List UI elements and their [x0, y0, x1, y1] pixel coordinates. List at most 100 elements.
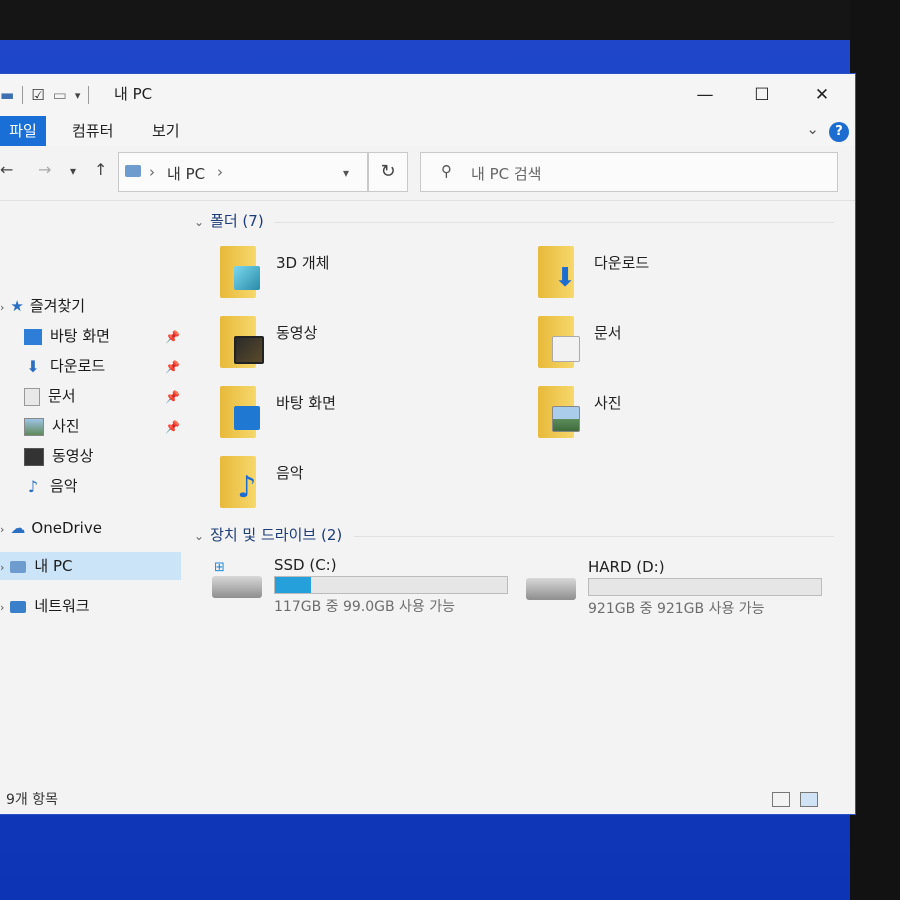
- new-folder-icon[interactable]: ▭: [53, 86, 67, 104]
- collapse-chevron-icon[interactable]: ⌄: [194, 529, 204, 543]
- large-icons-view-icon[interactable]: [800, 792, 818, 807]
- sidebar-item-label: 네트워크: [34, 597, 90, 615]
- sidebar-item-documents[interactable]: 문서: [24, 382, 76, 410]
- refresh-button[interactable]: ↻: [368, 152, 408, 192]
- sidebar-item-music[interactable]: ♪ 음악: [24, 472, 78, 500]
- pictures-icon: [24, 417, 44, 436]
- expand-chevron-icon[interactable]: ›: [0, 561, 4, 574]
- music-note-icon: ♪: [27, 476, 39, 496]
- properties-icon[interactable]: ☑: [31, 86, 44, 104]
- expand-chevron-icon[interactable]: ›: [0, 301, 4, 314]
- cloud-icon: ☁: [10, 519, 26, 537]
- expand-chevron-icon[interactable]: ›: [0, 601, 4, 614]
- drive-free-space: 117GB 중 99.0GB 사용 가능: [274, 599, 456, 615]
- pin-icon[interactable]: 📌: [165, 330, 180, 344]
- expand-ribbon-chevron-icon[interactable]: ⌄: [806, 120, 819, 138]
- sidebar-item-network[interactable]: › 네트워크: [0, 592, 185, 620]
- breadcrumb-separator-icon[interactable]: ›: [149, 163, 155, 181]
- drive-usage-bar: [274, 576, 508, 594]
- help-button[interactable]: ?: [829, 122, 849, 142]
- group-title: 폴더 (7): [210, 212, 264, 230]
- pin-icon[interactable]: 📌: [165, 360, 180, 374]
- tab-computer[interactable]: 컴퓨터: [72, 116, 113, 146]
- download-icon: ⬇: [26, 356, 40, 376]
- folder-label: 3D 개체: [276, 254, 330, 272]
- music-folder-icon: ♪: [220, 456, 257, 508]
- back-arrow-icon[interactable]: ←: [0, 160, 13, 179]
- pc-icon: [125, 165, 141, 177]
- folder-music[interactable]: ♪ 음악: [220, 456, 500, 516]
- pc-icon: [10, 560, 27, 573]
- sidebar-item-this-pc[interactable]: › 내 PC: [0, 552, 181, 580]
- sidebar-item-onedrive[interactable]: › ☁ OneDrive: [0, 514, 185, 542]
- navigation-pane: › ★ 즐겨찾기 바탕 화면 📌 ⬇ 다운로드 📌 문서 📌 사진 📌 동영상 ♪ 음악…: [0, 200, 185, 780]
- collapse-chevron-icon[interactable]: ⌄: [194, 215, 204, 229]
- drive-c[interactable]: ⊞ SSD (C:) 117GB 중 99.0GB 사용 가능: [212, 556, 512, 620]
- folder-label: 다운로드: [594, 254, 650, 272]
- ribbon-tabs: 파일 컴퓨터 보기 ⌄ ?: [0, 116, 855, 146]
- maximize-button[interactable]: ☐: [742, 80, 782, 110]
- item-count: 9개 항목: [6, 792, 58, 808]
- content-area: ⌄ 폴더 (7) 3D 개체 ⬇ 다운로드 동영상 문서 바탕 화면 사진 ♪: [188, 200, 838, 790]
- quick-access-toolbar: ▬ ☑ ▭ ▾: [0, 82, 90, 108]
- videos-icon: [24, 447, 44, 466]
- folders-group-header[interactable]: ⌄ 폴더 (7): [194, 210, 264, 231]
- search-icon: ⚲: [441, 162, 452, 180]
- up-arrow-icon[interactable]: ↑: [94, 160, 107, 179]
- sidebar-item-label: 사진: [52, 417, 80, 435]
- sidebar-item-quick-access[interactable]: › ★ 즐겨찾기: [0, 292, 185, 320]
- documents-folder-icon: [538, 316, 580, 368]
- breadcrumb-separator-icon[interactable]: ›: [217, 163, 223, 181]
- desktop-folder-icon: [220, 386, 260, 438]
- drive-d[interactable]: HARD (D:) 921GB 중 921GB 사용 가능: [526, 558, 826, 622]
- tab-file[interactable]: 파일: [0, 116, 46, 146]
- star-icon: ★: [10, 297, 24, 315]
- folder-label: 음악: [276, 464, 304, 482]
- drive-free-space: 921GB 중 921GB 사용 가능: [588, 601, 765, 617]
- minimize-button[interactable]: —: [685, 80, 725, 110]
- sidebar-item-pictures[interactable]: 사진: [24, 412, 80, 440]
- sidebar-item-label: 문서: [48, 387, 76, 405]
- folder-label: 동영상: [276, 324, 318, 342]
- details-view-icon[interactable]: [772, 792, 790, 807]
- folder-downloads[interactable]: ⬇ 다운로드: [538, 246, 818, 306]
- pc-icon: ▬: [0, 86, 15, 104]
- pin-icon[interactable]: 📌: [165, 420, 180, 434]
- folder-videos[interactable]: 동영상: [220, 316, 500, 376]
- address-bar[interactable]: › 내 PC › ▾: [118, 152, 368, 192]
- sidebar-item-label: 음악: [50, 477, 78, 495]
- sidebar-item-videos[interactable]: 동영상: [24, 442, 93, 470]
- folder-pictures[interactable]: 사진: [538, 386, 818, 446]
- breadcrumb-this-pc[interactable]: 내 PC: [167, 163, 205, 184]
- folder-desktop[interactable]: 바탕 화면: [220, 386, 500, 446]
- file-explorer-window: ▬ ☑ ▭ ▾ 내 PC — ☐ ✕ 파일 컴퓨터 보기 ⌄ ? ← → ▾ ↑…: [0, 74, 855, 814]
- folder-documents[interactable]: 문서: [538, 316, 818, 376]
- hard-drive-icon: [526, 578, 576, 600]
- group-divider: [274, 222, 834, 223]
- close-button[interactable]: ✕: [802, 80, 842, 110]
- documents-icon: [24, 387, 40, 406]
- folder-label: 사진: [594, 394, 622, 412]
- search-placeholder: 내 PC 검색: [471, 165, 542, 183]
- sidebar-item-label: 즐겨찾기: [29, 297, 86, 315]
- sidebar-item-label: 다운로드: [50, 357, 106, 375]
- window-title: 내 PC: [114, 85, 153, 103]
- recent-locations-chevron-icon[interactable]: ▾: [70, 164, 76, 178]
- search-box[interactable]: ⚲ 내 PC 검색: [420, 152, 838, 192]
- folder-3d-objects[interactable]: 3D 개체: [220, 246, 500, 306]
- drives-group-header[interactable]: ⌄ 장치 및 드라이브 (2): [194, 524, 342, 545]
- sidebar-item-desktop[interactable]: 바탕 화면: [24, 322, 110, 350]
- sidebar-item-label: 내 PC: [34, 557, 73, 575]
- customize-qat-icon[interactable]: ▾: [75, 89, 81, 102]
- pin-icon[interactable]: 📌: [165, 390, 180, 404]
- windows-logo-icon: ⊞: [214, 560, 225, 575]
- tab-view[interactable]: 보기: [152, 116, 180, 146]
- folder-label: 문서: [594, 324, 622, 342]
- address-dropdown-chevron-icon[interactable]: ▾: [343, 166, 349, 180]
- group-divider: [354, 536, 834, 537]
- sidebar-item-label: 동영상: [52, 447, 94, 465]
- navigation-bar: ← → ▾ ↑ › 내 PC › ▾ ↻ ⚲ 내 PC 검색: [0, 146, 855, 201]
- forward-arrow-icon[interactable]: →: [38, 160, 51, 179]
- sidebar-item-downloads[interactable]: ⬇ 다운로드: [24, 352, 105, 380]
- expand-chevron-icon[interactable]: ›: [0, 523, 4, 536]
